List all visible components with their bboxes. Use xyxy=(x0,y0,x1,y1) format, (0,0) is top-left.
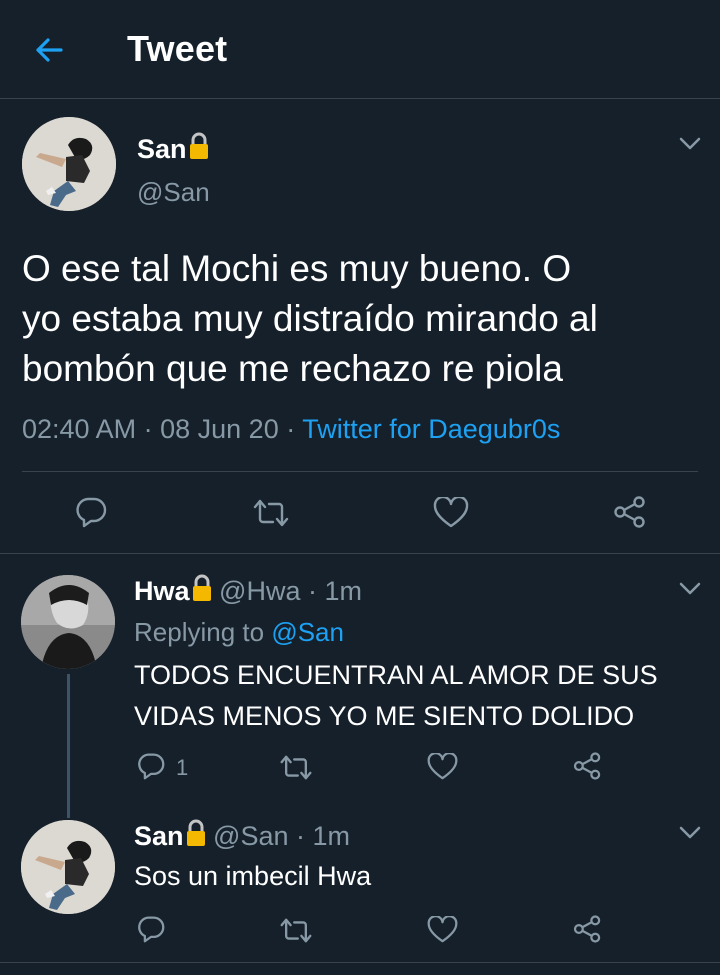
retweet-icon[interactable] xyxy=(279,917,313,944)
thread-connector-line xyxy=(67,674,70,818)
heart-icon[interactable] xyxy=(427,916,458,944)
replying-to-handle[interactable]: @San xyxy=(271,617,344,647)
reply-text-line: TODOS ENCUENTRAN AL AMOR DE SUS xyxy=(134,660,658,690)
divider xyxy=(0,962,720,963)
replying-to-label: Replying to xyxy=(134,617,265,647)
tweet-source-link[interactable]: Twitter for Daegubr0s xyxy=(302,414,560,444)
reply-count: 1 xyxy=(176,755,189,780)
reply-icon[interactable] xyxy=(74,496,108,528)
tweet-text-line: yo estaba muy distraído mirando al xyxy=(22,298,598,339)
reply-author-handle[interactable]: @Hwa xyxy=(219,576,300,606)
avatar[interactable] xyxy=(22,117,116,211)
meta-separator: · xyxy=(307,576,317,606)
back-arrow-icon[interactable] xyxy=(32,33,66,67)
meta-separator: · xyxy=(296,821,306,851)
lock-icon xyxy=(189,132,209,160)
reply-author-handle[interactable]: @San xyxy=(213,821,288,851)
meta-separator: · xyxy=(143,414,153,444)
reply-author-name[interactable]: San xyxy=(134,821,184,851)
reply-icon[interactable] xyxy=(136,752,166,780)
lock-icon xyxy=(186,819,206,847)
retweet-icon[interactable] xyxy=(279,754,313,781)
heart-icon[interactable] xyxy=(427,753,458,781)
tweet-meta: 02:40 AM · 08 Jun 20 · Twitter for Daegu… xyxy=(22,414,560,445)
avatar[interactable] xyxy=(21,820,115,914)
top-bar: Tweet xyxy=(0,0,720,99)
divider xyxy=(22,471,698,472)
reply-time: 1m xyxy=(312,821,351,851)
reply-header: Hwa @Hwa · 1m xyxy=(134,574,362,607)
reply-header: San @San · 1m xyxy=(134,819,350,852)
share-icon[interactable] xyxy=(572,751,603,781)
author-handle[interactable]: @San xyxy=(137,177,210,208)
reply-time: 1m xyxy=(324,576,363,606)
divider xyxy=(0,553,720,554)
reply-text-line: VIDAS MENOS YO ME SIENTO DOLIDO xyxy=(134,701,635,731)
reply-text: TODOS ENCUENTRAN AL AMOR DE SUS VIDAS ME… xyxy=(134,655,658,737)
avatar[interactable] xyxy=(21,575,115,669)
lock-icon xyxy=(192,574,212,602)
meta-separator: · xyxy=(286,414,296,444)
heart-icon[interactable] xyxy=(433,497,469,529)
chevron-down-icon[interactable] xyxy=(679,826,701,840)
tweet-date: 08 Jun 20 xyxy=(160,414,279,444)
chevron-down-icon[interactable] xyxy=(679,582,701,596)
tweet-text-line: O ese tal Mochi es muy bueno. O xyxy=(22,248,572,289)
page-title: Tweet xyxy=(127,28,228,69)
tweet-text: O ese tal Mochi es muy bueno. O yo estab… xyxy=(22,244,702,394)
retweet-icon[interactable] xyxy=(252,498,290,528)
share-icon[interactable] xyxy=(612,495,648,529)
author-name: San xyxy=(137,134,187,164)
author-name-row[interactable]: San xyxy=(137,132,209,165)
chevron-down-icon[interactable] xyxy=(679,137,701,151)
replying-to: Replying to @San xyxy=(134,617,344,648)
tweet-text-line: bombón que me rechazo re piola xyxy=(22,348,563,389)
share-icon[interactable] xyxy=(572,914,603,944)
reply-author-name[interactable]: Hwa xyxy=(134,576,190,606)
reply-text: Sos un imbecil Hwa xyxy=(134,859,371,893)
tweet-time: 02:40 AM xyxy=(22,414,137,444)
reply-text-line: Sos un imbecil Hwa xyxy=(134,861,372,891)
reply-icon[interactable] xyxy=(136,915,166,943)
